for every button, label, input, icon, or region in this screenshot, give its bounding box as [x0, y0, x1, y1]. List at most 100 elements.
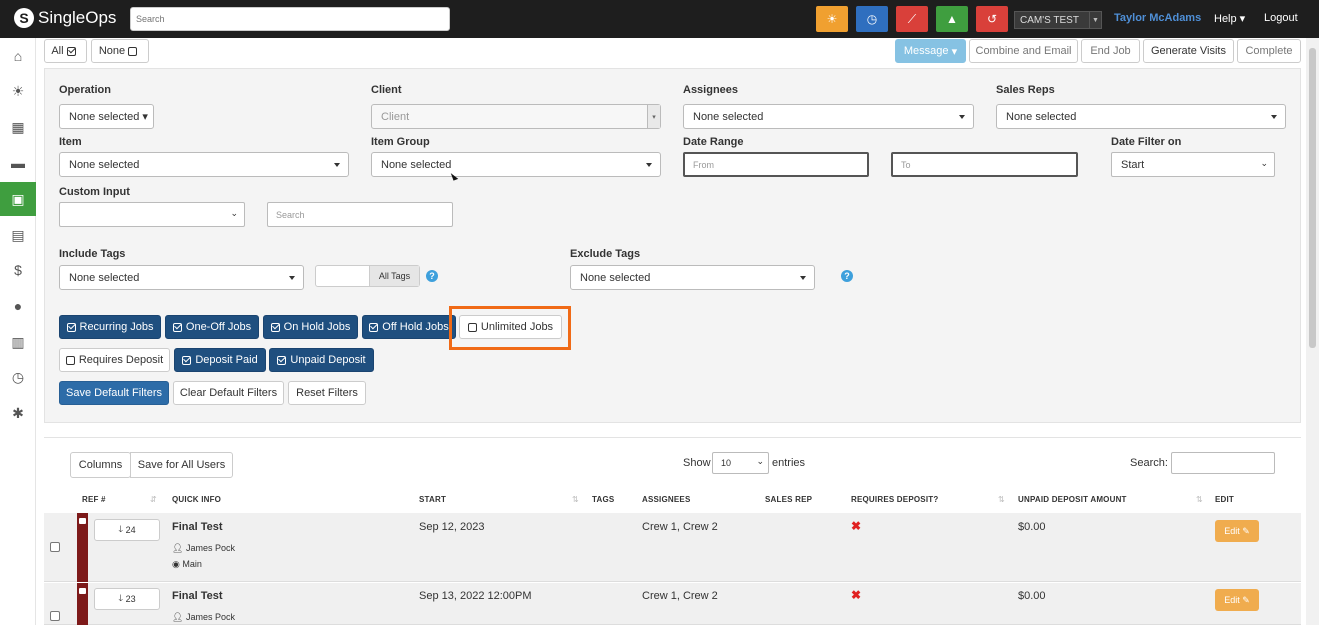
user-name-link[interactable]: Taylor McAdams: [1114, 12, 1201, 24]
sun-icon: ☀: [11, 82, 25, 99]
row-checkbox[interactable]: [50, 611, 60, 621]
complete-button[interactable]: Complete: [1237, 39, 1301, 63]
scrollbar-thumb[interactable]: [1309, 48, 1316, 348]
operation-select[interactable]: None selected ▾: [59, 104, 154, 129]
user-icon: 👤︎: [172, 543, 184, 553]
sidebar-item-jobs[interactable]: ▣: [0, 182, 36, 216]
requires-deposit-toggle[interactable]: Requires Deposit: [59, 348, 170, 372]
select-all-button[interactable]: All: [44, 39, 87, 63]
ref-number-button[interactable]: 🡓 23: [94, 588, 160, 610]
custom-input-search-placeholder: Search: [276, 209, 305, 220]
sales-reps-select[interactable]: None selected: [996, 104, 1286, 129]
date-to-placeholder: To: [901, 159, 911, 170]
sidebar-item-home[interactable]: ⌂: [0, 39, 36, 73]
message-label: Message: [903, 45, 949, 57]
all-tags-label: All Tags: [369, 266, 419, 286]
sidebar-item-reports[interactable]: ▥: [0, 325, 36, 359]
columns-button[interactable]: Columns: [70, 452, 131, 478]
exclude-tags-label: Exclude Tags: [570, 248, 641, 260]
entries-select[interactable]: 10 ⌄: [712, 452, 769, 474]
select-none-button[interactable]: None: [91, 39, 149, 63]
sidebar-item-billing[interactable]: $: [0, 253, 36, 287]
check-square-icon: [277, 355, 287, 365]
sort-icon[interactable]: ⇅: [572, 495, 579, 504]
sort-icon[interactable]: ⇅: [1196, 495, 1203, 504]
chevron-down-icon: ⌄: [756, 456, 764, 466]
home-icon: ⌂: [13, 48, 23, 64]
account-select[interactable]: CAM'S TEST ▼: [1014, 11, 1102, 29]
header-ref[interactable]: REF #: [82, 495, 106, 504]
date-filter-on-select[interactable]: Start ⌄: [1111, 152, 1275, 177]
entries-value: 10: [721, 458, 732, 468]
date-filter-on-label: Date Filter on: [1111, 136, 1182, 148]
training-button[interactable]: ▲: [936, 6, 968, 32]
ref-number-button[interactable]: 🡓 24: [94, 519, 160, 541]
unpaid-deposit-toggle[interactable]: Unpaid Deposit: [269, 348, 374, 372]
deposit-paid-toggle[interactable]: Deposit Paid: [174, 348, 266, 372]
sort-icon[interactable]: ⇵: [150, 495, 157, 504]
square-icon: [128, 46, 138, 56]
job-person: 👤︎ James Pock: [172, 543, 235, 554]
combine-email-button[interactable]: Combine and Email: [969, 39, 1078, 63]
all-tags-toggle[interactable]: All Tags: [315, 265, 420, 287]
edit-button[interactable]: Edit ✎: [1215, 589, 1259, 611]
question-circle-icon[interactable]: ?: [426, 270, 438, 282]
global-search-input[interactable]: [130, 7, 450, 31]
job-title-link[interactable]: Final Test: [172, 521, 223, 533]
custom-input-search[interactable]: Search: [267, 202, 453, 227]
table-search-input[interactable]: [1171, 452, 1275, 474]
sidebar-item-weather[interactable]: ☀: [0, 74, 36, 108]
sidebar-item-time[interactable]: ◷: [0, 360, 36, 394]
requires-deposit-label: Requires Deposit: [78, 354, 164, 366]
job-unpaid-amount: $0.00: [1018, 521, 1046, 533]
date-to-input[interactable]: To: [891, 152, 1078, 177]
clock-icon: ◷: [866, 12, 878, 26]
question-circle-icon[interactable]: ?: [841, 270, 853, 282]
row-checkbox[interactable]: [50, 542, 60, 552]
app-logo[interactable]: S SingleOps: [14, 8, 116, 28]
date-filter-on-value: Start: [1121, 158, 1145, 171]
sort-icon[interactable]: ⇅: [998, 495, 1005, 504]
sidebar-item-settings[interactable]: ✱: [0, 396, 36, 430]
client-select[interactable]: Client ▾: [371, 104, 661, 129]
recurring-jobs-toggle[interactable]: Recurring Jobs: [59, 315, 161, 339]
weather-button[interactable]: ☀: [816, 6, 848, 32]
time-button[interactable]: ◷: [856, 6, 888, 32]
assignees-select[interactable]: None selected: [683, 104, 974, 129]
item-group-select[interactable]: None selected: [371, 152, 661, 177]
header-start[interactable]: START: [419, 495, 446, 504]
help-menu[interactable]: Help ▾: [1214, 12, 1245, 25]
on-hold-jobs-toggle[interactable]: On Hold Jobs: [263, 315, 358, 339]
sidebar-item-fleet[interactable]: ▬: [0, 146, 36, 180]
truck-icon: ▬: [11, 155, 25, 171]
clear-default-filters-button[interactable]: Clear Default Filters: [173, 381, 284, 405]
reset-filters-button[interactable]: Reset Filters: [288, 381, 366, 405]
end-job-button[interactable]: End Job: [1081, 39, 1140, 63]
save-for-all-users-button[interactable]: Save for All Users: [130, 452, 233, 478]
job-title-link[interactable]: Final Test: [172, 590, 223, 602]
item-select[interactable]: None selected: [59, 152, 349, 177]
generate-visits-button[interactable]: Generate Visits: [1143, 39, 1234, 63]
custom-input-select[interactable]: ⌄: [59, 202, 245, 227]
off-hold-jobs-toggle[interactable]: Off Hold Jobs: [362, 315, 456, 339]
history-button[interactable]: ↺: [976, 6, 1008, 32]
save-default-filters-button[interactable]: Save Default Filters: [59, 381, 169, 405]
exclude-tags-select[interactable]: None selected: [570, 265, 815, 290]
page-scrollbar[interactable]: [1306, 38, 1319, 625]
sidebar-item-people[interactable]: ●: [0, 289, 36, 323]
message-button[interactable]: Message ▾: [895, 39, 966, 63]
logout-link[interactable]: Logout: [1264, 12, 1298, 24]
edit-button[interactable]: Edit ✎: [1215, 520, 1259, 542]
header-unpaid-deposit-amount[interactable]: UNPAID DEPOSIT AMOUNT: [1018, 495, 1127, 504]
include-tags-select[interactable]: None selected: [59, 265, 304, 290]
activity-button[interactable]: ⟋: [896, 6, 928, 32]
job-person-name: James Pock: [185, 612, 235, 622]
one-off-jobs-toggle[interactable]: One-Off Jobs: [165, 315, 259, 339]
sidebar-item-calendar[interactable]: ▦: [0, 110, 36, 144]
header-requires-deposit[interactable]: REQUIRES DEPOSIT?: [851, 495, 938, 504]
sidebar-item-archive[interactable]: ▤: [0, 218, 36, 252]
sun-icon: ☀: [826, 12, 838, 26]
archive-icon: ▤: [11, 226, 25, 243]
date-from-input[interactable]: From: [683, 152, 869, 177]
sidebar: ⌂ ☀ ▦ ▬ ▣ ▤ $ ● ▥ ◷ ✱: [0, 38, 36, 625]
